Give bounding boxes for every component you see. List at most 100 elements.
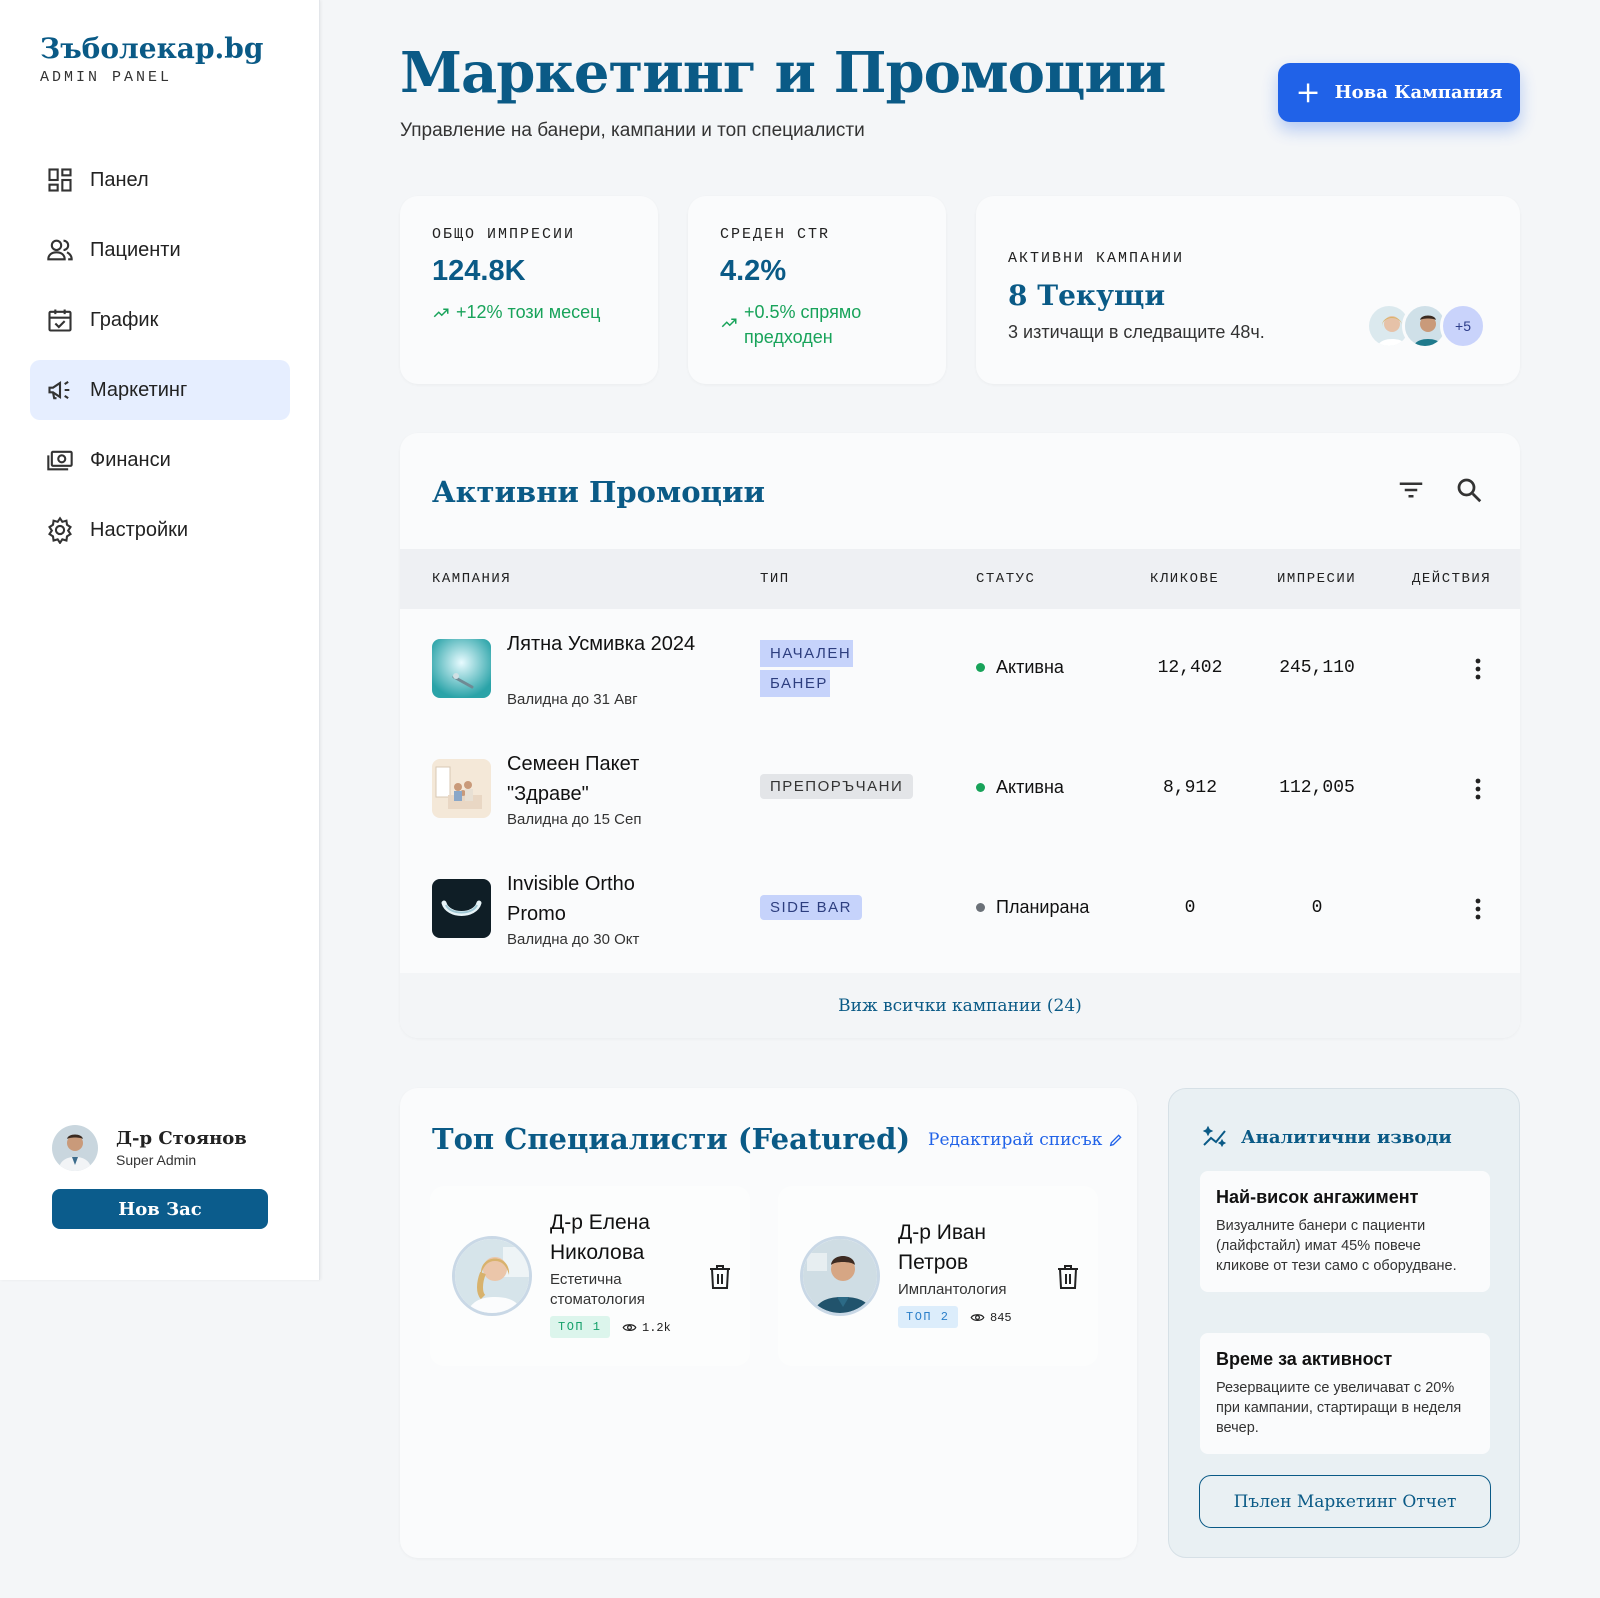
- stat-trend-text: +12% този месец: [456, 302, 601, 322]
- tag-text: НАЧАЛЕН БАНЕР: [760, 640, 854, 697]
- campaign-validity: Валидна до 31 Авг: [507, 691, 638, 708]
- sidebar-item-settings[interactable]: Настройки: [30, 500, 290, 560]
- sidebar-item-patients[interactable]: Пациенти: [30, 220, 290, 280]
- sidebar-item-finance[interactable]: Финанси: [30, 430, 290, 490]
- campaign-validity: Валидна до 15 Сеп: [507, 811, 642, 828]
- views-count: 1.2k: [622, 1320, 671, 1335]
- impressions-value: 112,005: [1279, 778, 1355, 798]
- rank-badge: ТОП 1: [550, 1316, 610, 1338]
- avatar-stack[interactable]: +5: [1366, 303, 1486, 349]
- edit-list-label: Редактирай списък: [928, 1130, 1103, 1150]
- megaphone-icon: [48, 380, 70, 400]
- specialist-name: Д-р Иван Петров: [898, 1221, 987, 1274]
- specialist-photo: [452, 1236, 532, 1316]
- sidebar-item-schedule[interactable]: График: [30, 290, 290, 350]
- specialist-specialty: Имплантология: [898, 1281, 1007, 1298]
- eye-icon: [970, 1314, 985, 1321]
- campaign-name[interactable]: Семеен Пакет "Здраве": [507, 749, 697, 809]
- eye-icon: [622, 1324, 637, 1331]
- campaign-name[interactable]: Лятна Усмивка 2024: [507, 629, 697, 659]
- status-text: Активна: [996, 657, 1064, 677]
- column-header[interactable]: ИМПРЕСИИ: [1277, 571, 1356, 587]
- trash-icon[interactable]: [708, 1264, 732, 1290]
- trash-icon[interactable]: [1056, 1264, 1080, 1290]
- insight-text: Резервациите се увеличават с 20% при кам…: [1216, 1380, 1462, 1436]
- campaign-name[interactable]: Invisible Ortho Promo: [507, 869, 697, 929]
- brand-name: Зъболекар.bg: [40, 32, 264, 65]
- status-dot: [976, 663, 985, 672]
- pencil-icon: [1110, 1134, 1122, 1147]
- stat-label: АКТИВНИ КАМПАНИИ: [1008, 250, 1185, 267]
- campaign-type-tag: SIDE BAR: [760, 895, 863, 920]
- insight-title: Време за активност: [1216, 1349, 1393, 1369]
- status-dot: [976, 903, 985, 912]
- campaign-thumbnail: [432, 639, 491, 698]
- status-dot: [976, 783, 985, 792]
- sidebar-item-label: Панел: [90, 168, 149, 191]
- views-value: 1.2k: [642, 1320, 671, 1335]
- specialists-title: Топ Специалисти (Featured): [432, 1122, 911, 1156]
- insights-icon: [1202, 1125, 1227, 1148]
- new-campaign-button[interactable]: + Нова Кампания: [1278, 63, 1520, 122]
- specialist-photo: [800, 1236, 880, 1316]
- brand-subtitle: ADMIN PANEL: [40, 69, 173, 86]
- column-header[interactable]: КАМПАНИЯ: [432, 571, 511, 587]
- avatar: [52, 1125, 98, 1171]
- column-header[interactable]: ДЕЙСТВИЯ: [1412, 571, 1491, 587]
- analytics-title: Аналитични изводи: [1201, 1123, 1452, 1151]
- promotions-card: Активни Промоции КАМПАНИЯ ТИП СТАТУС КЛИ…: [400, 433, 1520, 1038]
- specialist-card[interactable]: Д-р Елена Николова Естетична стоматологи…: [430, 1186, 750, 1366]
- table-row[interactable]: Invisible Ortho Promo Валидна до 30 Окт …: [400, 849, 1520, 969]
- user-block: Д-р Стоянов Super Admin Нов Зас: [52, 1125, 272, 1229]
- stat-value: 124.8K: [432, 255, 526, 287]
- sidebar-item-label: График: [90, 308, 159, 331]
- user-role: Super Admin: [116, 1152, 197, 1168]
- specialist-name: Д-р Елена Николова: [550, 1211, 650, 1264]
- campaign-type-tag: ПРЕПОРЪЧАНИ: [760, 774, 914, 799]
- sidebar-item-dashboard[interactable]: Панел: [30, 150, 290, 210]
- full-report-button[interactable]: Пълен Маркетинг Отчет: [1199, 1475, 1491, 1528]
- search-icon[interactable]: [1454, 475, 1484, 505]
- analytics-title-text: Аналитични изводи: [1241, 1126, 1452, 1148]
- more-actions-icon[interactable]: [1468, 897, 1488, 921]
- filter-icon[interactable]: [1396, 475, 1426, 505]
- sidebar-item-marketing[interactable]: Маркетинг: [30, 360, 290, 420]
- sidebar-item-label: Настройки: [90, 518, 189, 541]
- column-header[interactable]: ТИП: [760, 571, 790, 587]
- table-row[interactable]: Семеен Пакет "Здраве" Валидна до 15 Сеп …: [400, 729, 1520, 849]
- table-header: КАМПАНИЯ ТИП СТАТУС КЛИКОВЕ ИМПРЕСИИ ДЕЙ…: [400, 549, 1520, 609]
- promotions-title: Активни Промоции: [432, 475, 766, 509]
- stat-label: ОБЩО ИМПРЕСИИ: [432, 226, 576, 243]
- calendar-check-icon: [48, 309, 72, 332]
- page-title: Маркетинг и Промоции: [400, 40, 1166, 106]
- specialist-card[interactable]: Д-р Иван Петров Имплантология ТОП 2 845: [778, 1186, 1098, 1366]
- insight-card: Най-висок ангажимент Визуалните банери с…: [1200, 1171, 1490, 1292]
- user-profile[interactable]: Д-р Стоянов Super Admin: [52, 1125, 272, 1171]
- view-all-campaigns-link[interactable]: Виж всички кампании (24): [400, 973, 1520, 1038]
- status-text: Активна: [996, 777, 1064, 797]
- new-campaign-label: Нова Кампания: [1334, 82, 1503, 103]
- campaign-type-tag: НАЧАЛЕН БАНЕР: [760, 639, 860, 699]
- insight-card: Време за активност Резервациите се увели…: [1200, 1333, 1490, 1454]
- clicks-value: 12,402: [1157, 658, 1223, 678]
- column-header[interactable]: СТАТУС: [976, 571, 1035, 587]
- more-actions-icon[interactable]: [1468, 657, 1488, 681]
- table-toolbar: [1368, 475, 1484, 505]
- views-count: 845: [970, 1310, 1012, 1325]
- stat-trend: +12% този месец: [432, 300, 626, 325]
- sidebar-item-label: Пациенти: [90, 238, 181, 261]
- new-appointment-button[interactable]: Нов Зас: [52, 1189, 268, 1229]
- trending-up-icon: [433, 308, 449, 318]
- gear-icon: [48, 516, 72, 544]
- sidebar: Зъболекар.bg ADMIN PANEL Панел Пациенти …: [0, 0, 320, 1280]
- brand[interactable]: Зъболекар.bg ADMIN PANEL: [40, 32, 263, 86]
- column-header[interactable]: КЛИКОВЕ: [1150, 571, 1219, 587]
- views-value: 845: [990, 1310, 1012, 1325]
- edit-list-link[interactable]: Редактирай списък: [928, 1130, 1124, 1150]
- stat-trend: +0.5% спрямо предходен: [720, 300, 914, 350]
- rank-badge: ТОП 2: [898, 1306, 958, 1328]
- trending-up-icon: [721, 318, 737, 328]
- money-icon: [47, 450, 73, 471]
- more-actions-icon[interactable]: [1468, 777, 1488, 801]
- table-row[interactable]: Лятна Усмивка 2024 Валидна до 31 Авг НАЧ…: [400, 609, 1520, 729]
